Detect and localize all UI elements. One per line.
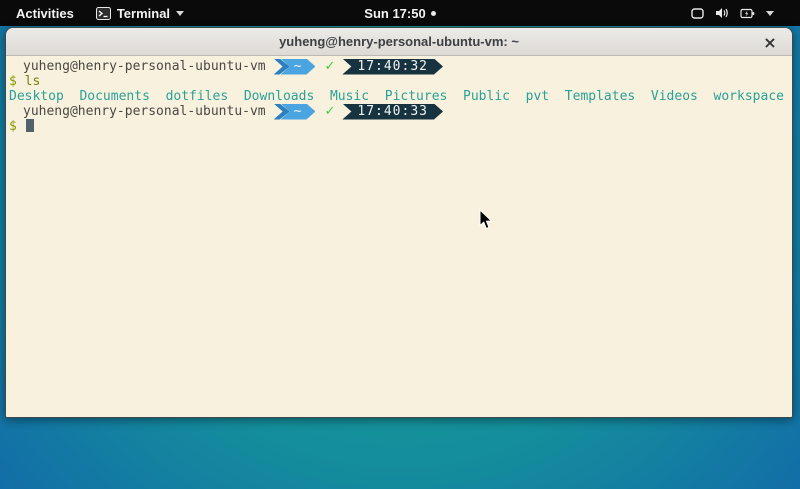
directory-entry: Desktop <box>9 89 64 104</box>
prompt-time-badge: 17:40:33 <box>342 104 443 120</box>
directory-entry: Documents <box>79 89 149 104</box>
directory-entry: Templates <box>565 89 635 104</box>
status-check-icon: ✓ <box>324 59 335 74</box>
directory-entry: Pictures <box>385 89 448 104</box>
clock-button[interactable]: Sun 17:50 <box>364 6 435 21</box>
directory-entry: Videos <box>651 89 698 104</box>
activities-label: Activities <box>16 6 74 21</box>
directory-entry: workspace <box>714 89 784 104</box>
prompt-path-badge: ~ <box>274 59 316 75</box>
prompt-user-host: yuheng@henry-personal-ubuntu-vm <box>23 104 266 119</box>
command-line: $ ls <box>9 74 789 89</box>
terminal-app-icon <box>96 7 111 20</box>
prompt-line-2: yuheng@henry-personal-ubuntu-vm ~ ✓ 17:4… <box>9 104 789 119</box>
clock-label: Sun 17:50 <box>364 6 425 21</box>
chevron-down-icon <box>766 11 774 16</box>
status-check-icon: ✓ <box>324 104 335 119</box>
activities-button[interactable]: Activities <box>12 0 78 26</box>
top-bar: Activities Terminal Sun 17:50 <box>0 0 800 26</box>
app-menu-terminal[interactable]: Terminal <box>92 0 188 26</box>
prompt-symbol: $ <box>9 119 17 134</box>
chevron-down-icon <box>176 11 184 16</box>
directory-entry: dotfiles <box>166 89 229 104</box>
text-cursor <box>26 119 34 132</box>
command-text: ls <box>25 74 41 89</box>
directory-entry: Music <box>330 89 369 104</box>
prompt-time-badge: 17:40:32 <box>342 59 443 75</box>
prompt-path-badge: ~ <box>274 104 316 120</box>
notification-dot-icon <box>431 11 436 16</box>
directory-entry: pvt <box>526 89 549 104</box>
directory-entry: Public <box>463 89 510 104</box>
ls-output-line: Desktop Documents dotfiles Downloads Mus… <box>9 89 789 104</box>
prompt-line-1: yuheng@henry-personal-ubuntu-vm ~ ✓ 17:4… <box>9 59 789 74</box>
system-status-area[interactable] <box>691 0 800 26</box>
window-title: yuheng@henry-personal-ubuntu-vm: ~ <box>279 34 519 49</box>
app-menu-label: Terminal <box>117 6 170 21</box>
current-input-line[interactable]: $ <box>9 119 789 134</box>
prompt-symbol: $ <box>9 74 17 89</box>
terminal-content[interactable]: yuheng@henry-personal-ubuntu-vm ~ ✓ 17:4… <box>6 56 792 417</box>
close-icon[interactable]: × <box>758 28 782 56</box>
titlebar[interactable]: yuheng@henry-personal-ubuntu-vm: ~ × <box>6 28 792 56</box>
prompt-user-host: yuheng@henry-personal-ubuntu-vm <box>23 59 266 74</box>
directory-entry: Downloads <box>244 89 314 104</box>
volume-icon <box>715 7 729 19</box>
battery-charging-icon <box>740 8 755 19</box>
network-icon <box>691 8 704 19</box>
terminal-window: yuheng@henry-personal-ubuntu-vm: ~ × yuh… <box>5 27 793 418</box>
